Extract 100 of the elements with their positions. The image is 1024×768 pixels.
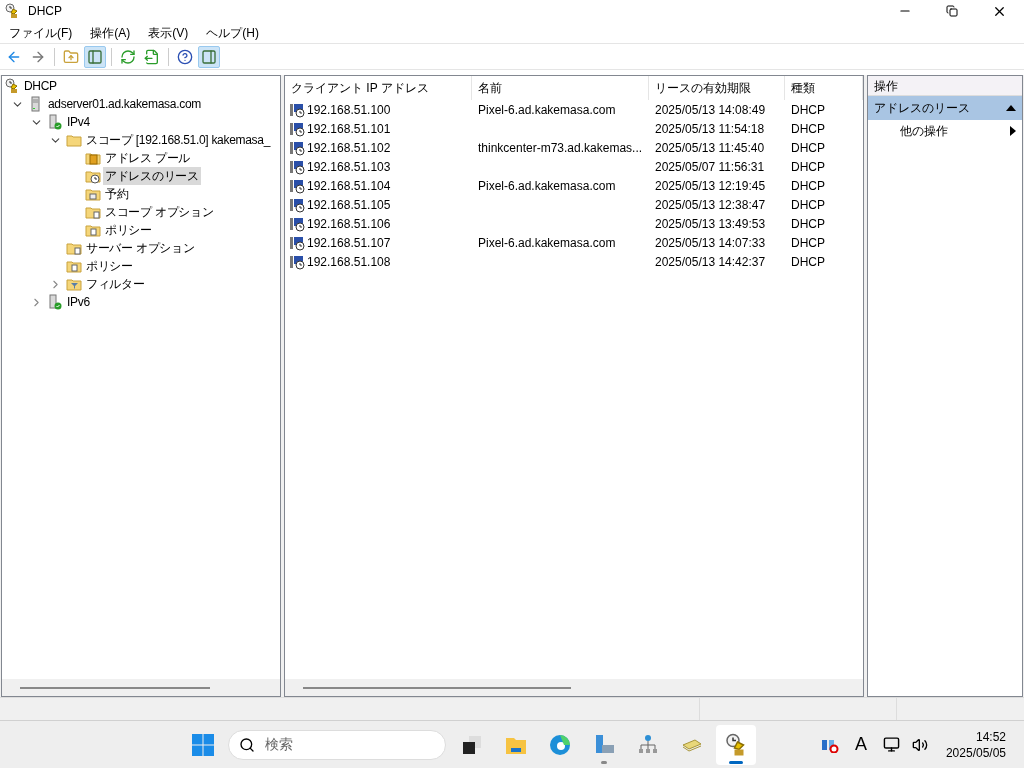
actions-header: 操作 — [868, 76, 1022, 96]
table-cell-text: 2025/05/13 14:07:33 — [655, 234, 766, 252]
table-cell-text: 2025/05/13 11:54:18 — [655, 120, 765, 138]
start-icon[interactable] — [191, 732, 215, 757]
help-icon — [177, 48, 193, 65]
lease-client-icon — [289, 253, 305, 270]
window-title: DHCP — [28, 3, 62, 20]
action-link[interactable]: 他の操作 — [900, 122, 948, 140]
table-cell-text: DHCP — [791, 177, 825, 195]
pane-icon — [87, 48, 103, 65]
table-cell-text: 192.168.51.100 — [307, 101, 391, 119]
restore-icon[interactable] — [946, 5, 958, 17]
folder-clock-icon — [85, 168, 101, 184]
column-header[interactable]: 種類 — [785, 76, 863, 100]
column-header[interactable]: 名前 — [472, 76, 649, 100]
folder-up-icon — [63, 48, 79, 65]
table-cell-text: 192.168.51.101 — [307, 120, 391, 138]
table-cell-text: Pixel-6.ad.kakemasa.com — [478, 177, 616, 195]
table-cell-text: 2025/05/13 12:19:45 — [655, 177, 766, 195]
lease-client-icon — [289, 101, 305, 118]
lease-client-icon — [289, 139, 305, 156]
folder-book-icon — [85, 150, 101, 166]
folder-funnel-icon — [66, 276, 82, 292]
tree-item[interactable]: ポリシー — [84, 257, 135, 275]
refresh-icon — [120, 48, 136, 65]
table-cell-text: Pixel-6.ad.kakemasa.com — [478, 234, 616, 252]
table-cell-text: thinkcenter-m73.ad.kakemas... — [478, 139, 643, 157]
column-header[interactable]: クライアント IP アドレス — [285, 76, 472, 100]
table-cell-text: 192.168.51.102 — [307, 139, 391, 157]
folder-grid-icon — [85, 186, 101, 202]
lease-client-icon — [289, 177, 305, 194]
folder-document-icon — [85, 222, 101, 238]
display-icon[interactable] — [882, 736, 900, 753]
toolbar-button[interactable] — [84, 45, 106, 68]
table-cell-text: DHCP — [791, 139, 825, 157]
menu-item[interactable]: ヘルプ(H) — [197, 23, 268, 42]
tree-item[interactable]: スコープ オプション — [103, 203, 216, 221]
actions-section-title: アドレスのリース — [874, 100, 970, 117]
table-cell-text: 2025/05/13 14:08:49 — [655, 101, 766, 119]
tree-item[interactable]: 予約 — [103, 185, 131, 203]
table-cell-text: 2025/05/13 12:38:47 — [655, 196, 766, 214]
ime-indicator[interactable]: A — [854, 731, 867, 758]
browser-icon — [548, 732, 572, 757]
tree-item[interactable]: アドレス プール — [103, 149, 192, 167]
table-cell-text: 2025/05/13 11:45:40 — [655, 139, 765, 157]
toolbar-button[interactable] — [198, 45, 220, 68]
server-check-icon — [47, 114, 63, 130]
tree-item[interactable]: フィルター — [84, 275, 147, 293]
lease-client-icon — [289, 215, 305, 232]
tree-item[interactable]: ポリシー — [103, 221, 154, 239]
table-cell-text: DHCP — [791, 158, 825, 176]
actions-section[interactable]: アドレスのリース — [868, 96, 1022, 120]
table-cell-text: DHCP — [791, 101, 825, 119]
scrollbar-thumb[interactable] — [303, 686, 571, 689]
lease-client-icon — [289, 120, 305, 137]
folder-icon — [66, 132, 82, 148]
tree-item[interactable]: スコープ [192.168.51.0] kakemasa_ — [84, 131, 273, 149]
table-cell-text: Pixel-6.ad.kakemasa.com — [478, 101, 616, 119]
table-cell-text: DHCP — [791, 234, 825, 252]
collapse-triangle-icon[interactable] — [1006, 104, 1016, 112]
lease-client-icon — [289, 196, 305, 213]
folder-list-icon — [85, 204, 101, 220]
app-icon — [4, 3, 20, 19]
search-icon — [239, 736, 255, 753]
tree-item[interactable]: IPv4 — [65, 113, 92, 131]
speaker-icon[interactable] — [911, 736, 928, 753]
folder-document-icon — [66, 258, 82, 274]
tree-item[interactable]: adserver01.ad.kakemasa.com — [46, 95, 203, 113]
table-cell-text: DHCP — [791, 196, 825, 214]
menu-item[interactable]: ファイル(F) — [0, 23, 82, 42]
column-header[interactable]: リースの有効期限 — [649, 76, 785, 100]
server-check-icon — [47, 294, 63, 310]
table-cell-text: 192.168.51.107 — [307, 234, 391, 252]
tree-item[interactable]: DHCP — [22, 77, 59, 95]
search-placeholder: 検索 — [265, 735, 293, 754]
pane-icon — [201, 48, 217, 65]
table-cell-text: 2025/05/07 11:56:31 — [655, 158, 765, 176]
clock-date[interactable]: 2025/05/05 — [945, 744, 1006, 761]
tree-item[interactable]: サーバー オプション — [84, 239, 197, 257]
scrollbar-thumb[interactable] — [20, 686, 210, 689]
table-cell-text: 2025/05/13 13:49:53 — [655, 215, 766, 233]
lease-client-icon — [289, 234, 305, 251]
tree-item[interactable]: IPv6 — [65, 293, 92, 311]
table-cell-text: 192.168.51.106 — [307, 215, 391, 233]
menu-item[interactable]: 操作(A) — [81, 23, 140, 42]
table-cell-text: 192.168.51.105 — [307, 196, 391, 214]
table-cell-text: DHCP — [791, 215, 825, 233]
menu-item[interactable]: 表示(V) — [139, 23, 198, 42]
clock-time[interactable]: 14:52 — [975, 728, 1006, 745]
table-cell-text: 2025/05/13 14:42:37 — [655, 253, 766, 271]
search-field[interactable]: 検索 — [228, 729, 446, 760]
table-cell-text: 192.168.51.104 — [307, 177, 391, 195]
export-list-icon — [144, 48, 160, 65]
table-cell-text: 192.168.51.108 — [307, 253, 391, 271]
folder-list-icon — [66, 240, 82, 256]
tree-item[interactable]: アドレスのリース — [103, 167, 201, 185]
table-cell-text: DHCP — [791, 253, 825, 271]
table-cell-text: 192.168.51.103 — [307, 158, 391, 176]
lease-client-icon — [289, 158, 305, 175]
table-cell-text: DHCP — [791, 120, 825, 138]
